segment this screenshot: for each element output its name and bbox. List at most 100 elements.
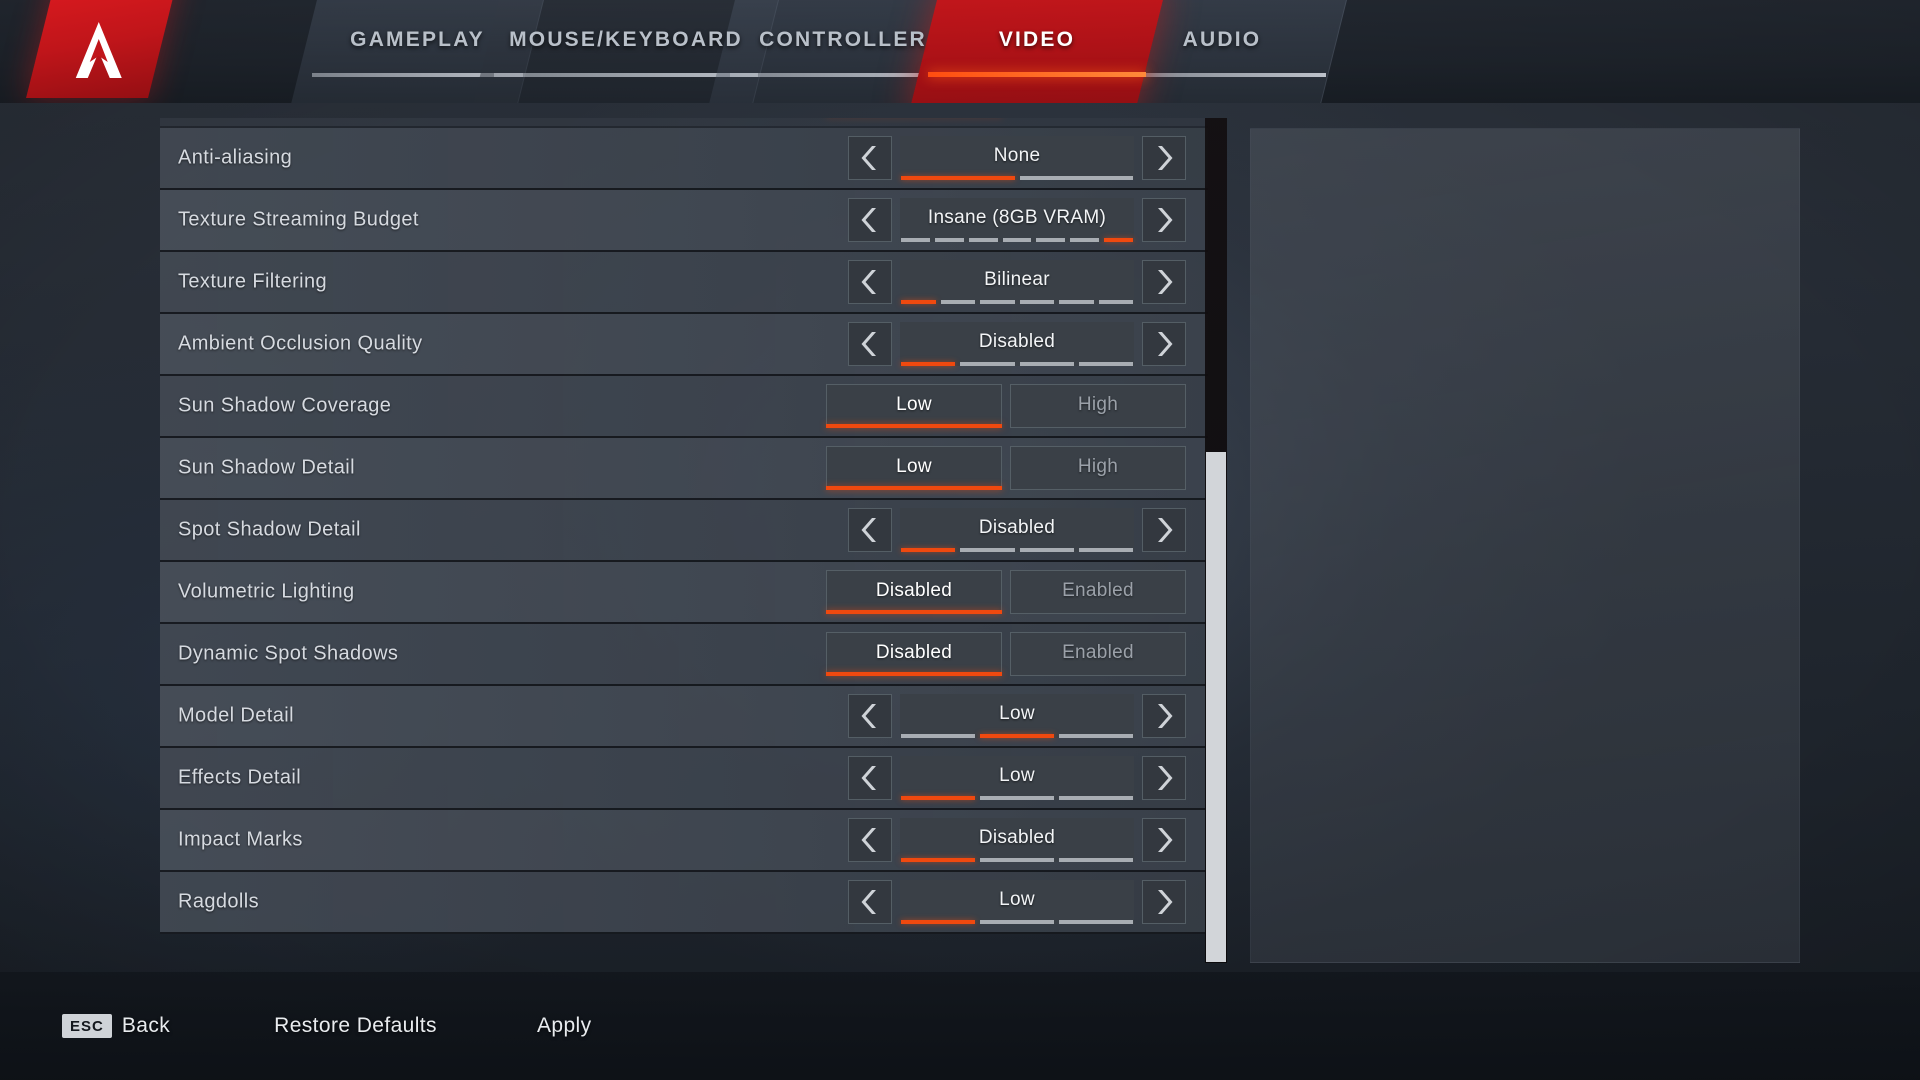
segment-3 [1059, 858, 1133, 862]
chevron-right-icon[interactable] [1142, 756, 1186, 800]
setting-value-text-effects-detail: Low [999, 765, 1035, 786]
chevron-right-icon[interactable] [1142, 818, 1186, 862]
restore-defaults-label: Restore Defaults [274, 1014, 437, 1037]
tab-mouse-keyboard[interactable]: MOUSE/KEYBOARD [509, 0, 741, 80]
segment-3 [1019, 362, 1074, 366]
setting-value-model-detail[interactable]: Low [900, 694, 1134, 738]
setting-option-label-volumetric-lighting-1: Enabled [1062, 579, 1134, 601]
chevron-right-icon[interactable] [1142, 322, 1186, 366]
tab-video[interactable]: VIDEO [946, 0, 1128, 80]
chevron-left-icon[interactable] [848, 694, 892, 738]
setting-row-sun-shadow-detail: Sun Shadow Detail Low High [160, 438, 1208, 500]
setting-label-spot-shadow-detail: Spot Shadow Detail [178, 518, 361, 541]
setting-value-ragdolls[interactable]: Low [900, 880, 1134, 924]
segment-4 [1019, 300, 1054, 304]
chevron-left-icon[interactable] [848, 198, 892, 242]
chevron-left-icon[interactable] [848, 322, 892, 366]
chevron-left-icon[interactable] [848, 818, 892, 862]
chevron-right-icon[interactable] [1142, 880, 1186, 924]
setting-label-sun-shadow-coverage: Sun Shadow Coverage [178, 394, 392, 417]
segment-3 [1059, 796, 1133, 800]
setting-value-impact-marks[interactable]: Disabled [900, 818, 1134, 862]
setting-row-effects-detail: Effects Detail Low [160, 748, 1208, 810]
back-button[interactable]: ESC Back [62, 1014, 170, 1038]
segment-4 [1078, 362, 1133, 366]
segment-3 [1019, 548, 1074, 552]
segment-2 [940, 300, 975, 304]
setting-value-texture-filtering[interactable]: Bilinear [900, 260, 1134, 304]
chevron-right-icon[interactable] [1142, 260, 1186, 304]
setting-value-spot-shadow-detail[interactable]: Disabled [900, 508, 1134, 552]
chevron-left-icon[interactable] [848, 260, 892, 304]
segment-1 [901, 238, 930, 242]
chevron-right-icon[interactable] [1142, 136, 1186, 180]
setting-segments-effects-detail [900, 796, 1134, 800]
setting-value-text-impact-marks: Disabled [978, 827, 1056, 848]
segment-2 [980, 796, 1054, 800]
segment-1 [901, 362, 956, 366]
chevron-right-icon[interactable] [1142, 508, 1186, 552]
setting-row-ragdolls: Ragdolls Low [160, 872, 1208, 934]
setting-option-sun-shadow-coverage-1[interactable]: High [1010, 384, 1186, 428]
settings-rows: Adaptive SupersamplingDisabledEnabledAnt… [160, 118, 1230, 934]
setting-segments-model-detail [900, 734, 1134, 738]
chevron-left-icon[interactable] [848, 508, 892, 552]
segment-2 [1019, 176, 1133, 180]
setting-control-texture-filtering: Bilinear [848, 260, 1186, 304]
chevron-left-icon[interactable] [848, 756, 892, 800]
chevron-right-icon[interactable] [1142, 694, 1186, 738]
segment-1 [901, 548, 956, 552]
segment-3 [968, 238, 998, 242]
setting-value-texture-streaming-budget[interactable]: Insane (8GB VRAM) [900, 198, 1134, 242]
setting-value-text-texture-streaming-budget: Insane (8GB VRAM) [927, 207, 1107, 228]
segment-6 [1098, 300, 1133, 304]
segment-2 [960, 362, 1015, 366]
chevron-left-icon[interactable] [848, 880, 892, 924]
chevron-right-icon[interactable] [1142, 198, 1186, 242]
setting-control-volumetric-lighting: Disabled Enabled [826, 570, 1186, 614]
segment-1 [901, 858, 975, 862]
setting-value-anti-aliasing[interactable]: None [900, 136, 1134, 180]
setting-control-ragdolls: Low [848, 880, 1186, 924]
setting-label-ragdolls: Ragdolls [178, 890, 260, 913]
setting-row-impact-marks: Impact Marks Disabled [160, 810, 1208, 872]
setting-value-text-ragdolls: Low [999, 889, 1035, 910]
setting-option-volumetric-lighting-0[interactable]: Disabled [826, 570, 1002, 614]
setting-option-dynamic-spot-shadows-0[interactable]: Disabled [826, 632, 1002, 676]
setting-control-effects-detail: Low [848, 756, 1186, 800]
setting-option-label-sun-shadow-coverage-0: Low [896, 393, 932, 415]
setting-row-model-detail: Model Detail Low [160, 686, 1208, 748]
tab-audio[interactable]: AUDIO [1136, 0, 1308, 80]
setting-control-spot-shadow-detail: Disabled [848, 508, 1186, 552]
setting-option-sun-shadow-detail-1[interactable]: High [1010, 446, 1186, 490]
setting-control-impact-marks: Disabled [848, 818, 1186, 862]
setting-control-sun-shadow-coverage: Low High [826, 384, 1186, 428]
segment-1 [901, 176, 1015, 180]
setting-label-anti-aliasing: Anti-aliasing [178, 146, 293, 169]
segment-1 [901, 734, 975, 738]
segment-3 [980, 300, 1015, 304]
setting-option-sun-shadow-coverage-0[interactable]: Low [826, 384, 1002, 428]
setting-option-volumetric-lighting-1[interactable]: Enabled [1010, 570, 1186, 614]
setting-value-ambient-occlusion-quality[interactable]: Disabled [900, 322, 1134, 366]
apply-button[interactable]: Apply [537, 1014, 592, 1038]
segment-2 [980, 858, 1054, 862]
setting-control-model-detail: Low [848, 694, 1186, 738]
tab-gameplay[interactable]: GAMEPLAY [330, 0, 505, 80]
setting-option-sun-shadow-detail-0[interactable]: Low [826, 446, 1002, 490]
segment-2 [980, 734, 1054, 738]
setting-value-effects-detail[interactable]: Low [900, 756, 1134, 800]
restore-defaults-button[interactable]: Restore Defaults [274, 1014, 437, 1038]
setting-value-text-spot-shadow-detail: Disabled [978, 517, 1056, 538]
setting-option-dynamic-spot-shadows-1[interactable]: Enabled [1010, 632, 1186, 676]
segment-1 [901, 920, 975, 924]
setting-row-texture-filtering: Texture Filtering Bilinear [160, 252, 1208, 314]
segment-1 [901, 796, 975, 800]
setting-label-volumetric-lighting: Volumetric Lighting [178, 580, 355, 603]
segment-1 [901, 300, 936, 304]
tab-controller[interactable]: CONTROLLER [748, 0, 938, 80]
setting-row-texture-streaming-budget: Texture Streaming Budget Insane (8GB VRAM… [160, 190, 1208, 252]
settings-scrollbar-thumb[interactable] [1206, 452, 1226, 962]
chevron-left-icon[interactable] [848, 136, 892, 180]
setting-label-ambient-occlusion-quality: Ambient Occlusion Quality [178, 332, 423, 355]
